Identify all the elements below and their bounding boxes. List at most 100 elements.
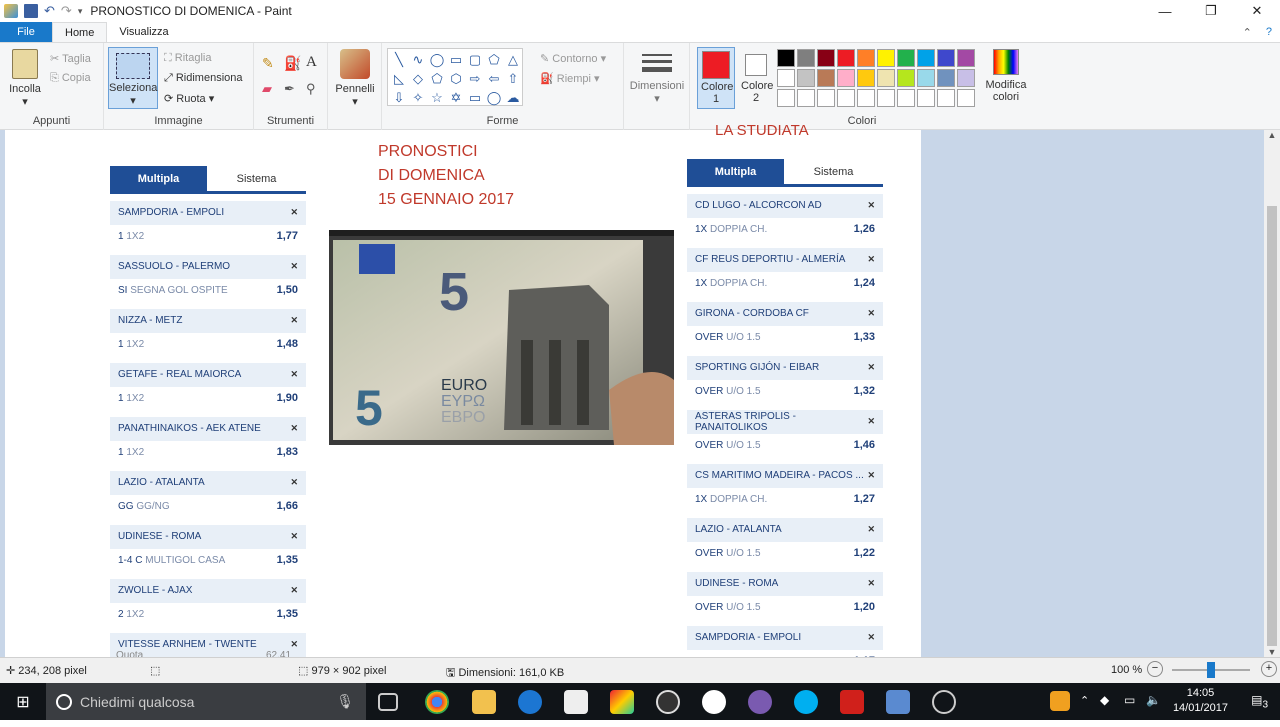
- palette-swatch[interactable]: [817, 49, 835, 67]
- oval-callout-shape-icon[interactable]: ◯: [485, 89, 503, 107]
- action-center-icon[interactable]: ▤3: [1251, 693, 1268, 710]
- right-triangle-shape-icon[interactable]: ◺: [390, 70, 408, 88]
- palette-swatch[interactable]: [857, 69, 875, 87]
- zoom-out-button[interactable]: −: [1147, 661, 1163, 677]
- crop-button[interactable]: ⛶ Ritaglia: [164, 52, 211, 65]
- alert-tray-icon[interactable]: [1050, 691, 1070, 711]
- resize-button[interactable]: ⤢ Ridimensiona: [164, 72, 243, 85]
- palette-swatch[interactable]: [877, 49, 895, 67]
- close-button[interactable]: ✕: [1234, 0, 1280, 22]
- polygon-shape-icon[interactable]: ⬠: [485, 51, 503, 69]
- palette-swatch[interactable]: [937, 89, 955, 107]
- copy-button[interactable]: ⎘ Copia: [50, 72, 91, 85]
- app-icon[interactable]: [748, 690, 772, 714]
- zoom-slider-thumb[interactable]: [1207, 662, 1215, 678]
- palette-swatch[interactable]: [917, 49, 935, 67]
- palette-swatch[interactable]: [877, 89, 895, 107]
- palette-swatch[interactable]: [857, 49, 875, 67]
- skype-icon[interactable]: [794, 690, 818, 714]
- rounded-rect-shape-icon[interactable]: ▢: [466, 51, 484, 69]
- tab-view[interactable]: Visualizza: [107, 22, 180, 42]
- text-icon[interactable]: A: [306, 54, 317, 71]
- rectangle-shape-icon[interactable]: ▭: [447, 51, 465, 69]
- dropbox-icon[interactable]: ◆: [1100, 693, 1109, 707]
- maximize-button[interactable]: ❐: [1188, 0, 1234, 22]
- brushes-button[interactable]: Pennelli▾: [334, 49, 376, 108]
- palette-swatch[interactable]: [877, 69, 895, 87]
- size-button[interactable]: Dimensioni▾: [628, 51, 686, 105]
- palette-swatch[interactable]: [957, 49, 975, 67]
- up-arrow-shape-icon[interactable]: ⇧: [504, 70, 522, 88]
- left-arrow-shape-icon[interactable]: ⇦: [485, 70, 503, 88]
- eraser-icon[interactable]: ▰: [262, 81, 272, 97]
- volume-icon[interactable]: 🔈: [1146, 693, 1161, 707]
- pentagon-shape-icon[interactable]: ⬠: [428, 70, 446, 88]
- microphone-icon[interactable]: 🎙: [336, 693, 354, 710]
- magnifier-icon[interactable]: ⚲: [306, 81, 316, 97]
- search-box[interactable]: Chiedimi qualcosa 🎙: [46, 683, 366, 720]
- collapse-ribbon-icon[interactable]: ⌃: [1243, 26, 1252, 39]
- app-x-icon[interactable]: [840, 690, 864, 714]
- paint-app-icon[interactable]: [4, 4, 18, 18]
- palette-swatch[interactable]: [777, 49, 795, 67]
- palette-swatch[interactable]: [817, 69, 835, 87]
- palette-swatch[interactable]: [917, 69, 935, 87]
- save-icon[interactable]: [24, 4, 38, 18]
- four-point-star-shape-icon[interactable]: ✧: [409, 89, 427, 107]
- paint-taskbar-icon[interactable]: [886, 690, 910, 714]
- paste-button[interactable]: Incolla▾: [6, 49, 44, 108]
- color-picker-icon[interactable]: ✒: [284, 81, 295, 97]
- select-button[interactable]: Seleziona▾: [108, 47, 158, 109]
- chrome-icon[interactable]: [425, 690, 449, 714]
- callout-shape-icon[interactable]: ▭: [466, 89, 484, 107]
- palette-swatch[interactable]: [957, 89, 975, 107]
- outline-button[interactable]: ✎ Contorno ▾: [540, 52, 606, 65]
- fill-button[interactable]: ⛽ Riempi ▾: [540, 72, 600, 85]
- zoom-in-button[interactable]: +: [1261, 661, 1277, 677]
- scroll-up-icon[interactable]: ▲: [1264, 130, 1280, 140]
- six-point-star-shape-icon[interactable]: ✡: [447, 89, 465, 107]
- palette-swatch[interactable]: [917, 89, 935, 107]
- palette-swatch[interactable]: [837, 49, 855, 67]
- customize-qa-icon[interactable]: ▾: [78, 6, 83, 17]
- file-explorer-icon[interactable]: [472, 690, 496, 714]
- hexagon-shape-icon[interactable]: ⬡: [447, 70, 465, 88]
- edge-icon[interactable]: [518, 690, 542, 714]
- palette-swatch[interactable]: [797, 69, 815, 87]
- pencil-icon[interactable]: ✎: [262, 55, 274, 72]
- fill-icon[interactable]: ⛽: [284, 55, 301, 72]
- hp-icon[interactable]: [702, 690, 726, 714]
- color2-button[interactable]: Colore 2: [737, 47, 775, 109]
- edit-colors-button[interactable]: Modifica colori: [982, 49, 1030, 103]
- palette-swatch[interactable]: [817, 89, 835, 107]
- palette-swatch[interactable]: [837, 69, 855, 87]
- palette-swatch[interactable]: [797, 49, 815, 67]
- palette-swatch[interactable]: [797, 89, 815, 107]
- tab-home[interactable]: Home: [52, 22, 107, 42]
- start-button[interactable]: ⊞: [0, 683, 46, 720]
- palette-swatch[interactable]: [937, 49, 955, 67]
- right-arrow-shape-icon[interactable]: ⇨: [466, 70, 484, 88]
- photo-app-icon[interactable]: [610, 690, 634, 714]
- palette-swatch[interactable]: [957, 69, 975, 87]
- battery-icon[interactable]: ▭: [1124, 693, 1135, 707]
- media-app-icon[interactable]: [656, 690, 680, 714]
- rotate-button[interactable]: ⟳ Ruota ▾: [164, 92, 214, 105]
- undo-icon[interactable]: ↶: [44, 3, 55, 19]
- palette-swatch[interactable]: [937, 69, 955, 87]
- clock[interactable]: 14:05 14/01/2017: [1173, 686, 1228, 716]
- tray-chevron-icon[interactable]: ⌃: [1080, 694, 1089, 707]
- scrollbar-thumb[interactable]: [1267, 206, 1277, 646]
- minimize-button[interactable]: —: [1142, 0, 1188, 22]
- five-point-star-shape-icon[interactable]: ☆: [428, 89, 446, 107]
- palette-swatch[interactable]: [897, 69, 915, 87]
- scroll-down-icon[interactable]: ▼: [1264, 647, 1280, 657]
- help-icon[interactable]: ?: [1266, 26, 1272, 38]
- tab-file[interactable]: File: [0, 22, 52, 42]
- palette-swatch[interactable]: [897, 49, 915, 67]
- vertical-scrollbar[interactable]: ▲ ▼: [1264, 130, 1280, 657]
- color1-button[interactable]: Colore 1: [697, 47, 735, 109]
- down-arrow-shape-icon[interactable]: ⇩: [390, 89, 408, 107]
- shapes-gallery[interactable]: ╲∿◯▭▢⬠△ ◺◇⬠⬡⇨⇦⇧ ⇩✧☆✡▭◯☁: [387, 48, 523, 106]
- obs-icon[interactable]: [932, 690, 956, 714]
